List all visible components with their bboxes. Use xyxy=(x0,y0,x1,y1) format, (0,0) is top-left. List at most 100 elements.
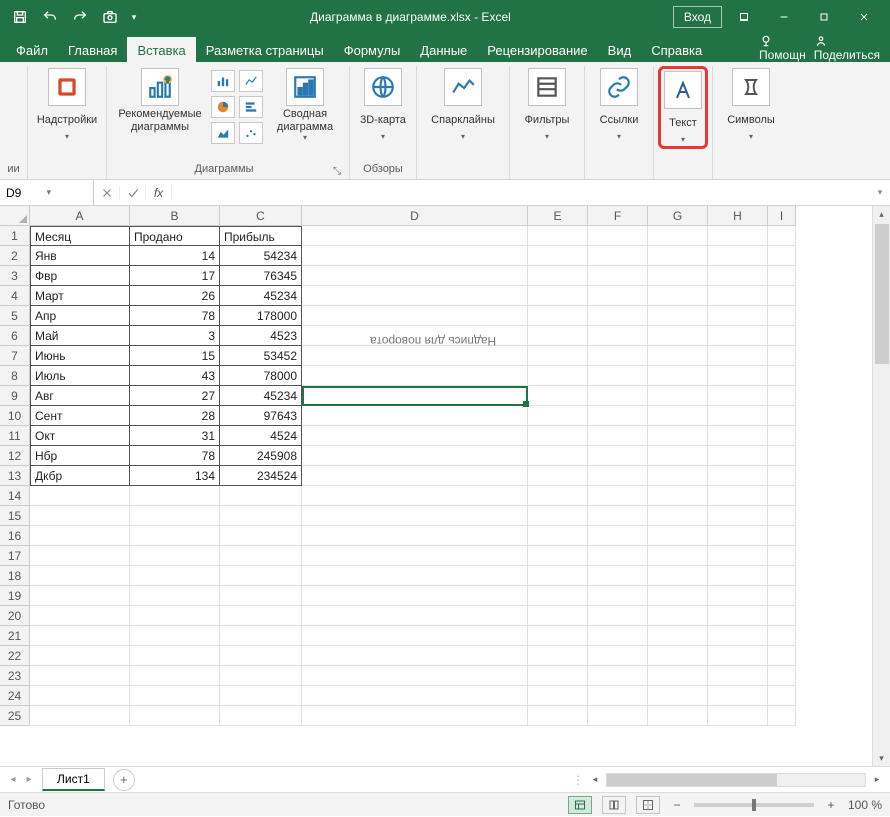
pie-chart-icon[interactable] xyxy=(211,96,235,118)
cell[interactable] xyxy=(708,586,768,606)
cell[interactable] xyxy=(648,626,708,646)
cell[interactable] xyxy=(130,706,220,726)
cell[interactable]: 78 xyxy=(130,446,220,466)
cell[interactable] xyxy=(708,646,768,666)
row-header[interactable]: 2 xyxy=(0,246,30,266)
cell[interactable] xyxy=(768,646,796,666)
cell[interactable] xyxy=(588,666,648,686)
cell[interactable] xyxy=(528,666,588,686)
row-header[interactable]: 5 xyxy=(0,306,30,326)
cell[interactable] xyxy=(528,286,588,306)
cell[interactable] xyxy=(648,306,708,326)
cell[interactable] xyxy=(648,286,708,306)
cell[interactable] xyxy=(30,606,130,626)
cell[interactable] xyxy=(648,246,708,266)
cell[interactable] xyxy=(302,246,528,266)
hscroll-right-icon[interactable]: ▸ xyxy=(870,773,884,787)
cell[interactable]: 54234 xyxy=(220,246,302,266)
zoom-out-button[interactable]: − xyxy=(670,798,684,812)
cell[interactable] xyxy=(588,506,648,526)
row-header[interactable]: 11 xyxy=(0,426,30,446)
cell[interactable]: 28 xyxy=(130,406,220,426)
cell[interactable] xyxy=(302,626,528,646)
scroll-down-icon[interactable]: ▾ xyxy=(873,750,890,766)
cell[interactable] xyxy=(648,666,708,686)
enter-formula-icon[interactable] xyxy=(120,186,146,200)
cell[interactable] xyxy=(648,466,708,486)
row-header[interactable]: 6 xyxy=(0,326,30,346)
cell[interactable] xyxy=(768,586,796,606)
row-header[interactable]: 7 xyxy=(0,346,30,366)
cell[interactable] xyxy=(708,526,768,546)
row-header[interactable]: 21 xyxy=(0,626,30,646)
row-header[interactable]: 4 xyxy=(0,286,30,306)
view-page-layout-icon[interactable] xyxy=(602,796,626,814)
cell[interactable] xyxy=(130,566,220,586)
row-header[interactable]: 23 xyxy=(0,666,30,686)
cell[interactable] xyxy=(588,406,648,426)
cell[interactable] xyxy=(588,626,648,646)
cell[interactable]: Май xyxy=(30,326,130,346)
cell[interactable] xyxy=(648,586,708,606)
row-header[interactable]: 3 xyxy=(0,266,30,286)
cell[interactable] xyxy=(528,706,588,726)
row-header[interactable]: 25 xyxy=(0,706,30,726)
cell[interactable] xyxy=(528,266,588,286)
cell[interactable]: 245908 xyxy=(220,446,302,466)
cell[interactable] xyxy=(768,226,796,246)
cell[interactable] xyxy=(768,386,796,406)
cancel-formula-icon[interactable] xyxy=(94,186,120,200)
cell[interactable] xyxy=(30,666,130,686)
cell[interactable] xyxy=(588,386,648,406)
column-header[interactable]: B xyxy=(130,206,220,226)
cell[interactable] xyxy=(648,566,708,586)
area-chart-icon[interactable] xyxy=(211,122,235,144)
cell[interactable] xyxy=(528,226,588,246)
cell[interactable] xyxy=(30,566,130,586)
row-header[interactable]: 19 xyxy=(0,586,30,606)
cell[interactable] xyxy=(302,486,528,506)
cell[interactable] xyxy=(130,606,220,626)
cell[interactable] xyxy=(648,446,708,466)
cell[interactable]: Июль xyxy=(30,366,130,386)
maximize-button[interactable] xyxy=(806,5,842,29)
cell[interactable] xyxy=(528,566,588,586)
cell[interactable] xyxy=(302,386,528,406)
cell[interactable] xyxy=(302,566,528,586)
cell[interactable] xyxy=(30,626,130,646)
cell[interactable] xyxy=(302,586,528,606)
sheet-nav[interactable]: ◂ ▸ xyxy=(0,774,42,785)
grid-rows[interactable]: 1МесяцПроданоПрибыль2Янв14542343Фвр17763… xyxy=(0,226,890,766)
cell[interactable] xyxy=(30,586,130,606)
hscroll-thumb[interactable] xyxy=(607,774,777,786)
3d-map-button[interactable]: 3D-карта ▾ xyxy=(358,68,408,141)
cell[interactable] xyxy=(130,506,220,526)
cell[interactable] xyxy=(708,426,768,446)
cell[interactable] xyxy=(768,306,796,326)
cell[interactable]: 234524 xyxy=(220,466,302,486)
cell[interactable] xyxy=(708,286,768,306)
tab-page-layout[interactable]: Разметка страницы xyxy=(196,37,334,62)
sparklines-button[interactable]: Спарклайны ▾ xyxy=(425,68,501,141)
cell[interactable] xyxy=(648,406,708,426)
cell[interactable] xyxy=(302,406,528,426)
scroll-thumb[interactable] xyxy=(875,224,889,364)
cell[interactable] xyxy=(708,266,768,286)
cell[interactable] xyxy=(648,386,708,406)
cell[interactable] xyxy=(220,646,302,666)
tab-file[interactable]: Файл xyxy=(6,37,58,62)
cell[interactable] xyxy=(768,606,796,626)
cell[interactable] xyxy=(768,266,796,286)
cell[interactable] xyxy=(220,606,302,626)
cell[interactable] xyxy=(768,246,796,266)
cell[interactable] xyxy=(220,506,302,526)
column-header[interactable]: D xyxy=(302,206,528,226)
cell[interactable] xyxy=(220,686,302,706)
cell[interactable] xyxy=(528,626,588,646)
cell[interactable] xyxy=(588,366,648,386)
cell[interactable] xyxy=(708,626,768,646)
cell[interactable] xyxy=(220,666,302,686)
cell[interactable] xyxy=(648,686,708,706)
scatter-chart-icon[interactable] xyxy=(239,122,263,144)
cell[interactable]: 4524 xyxy=(220,426,302,446)
